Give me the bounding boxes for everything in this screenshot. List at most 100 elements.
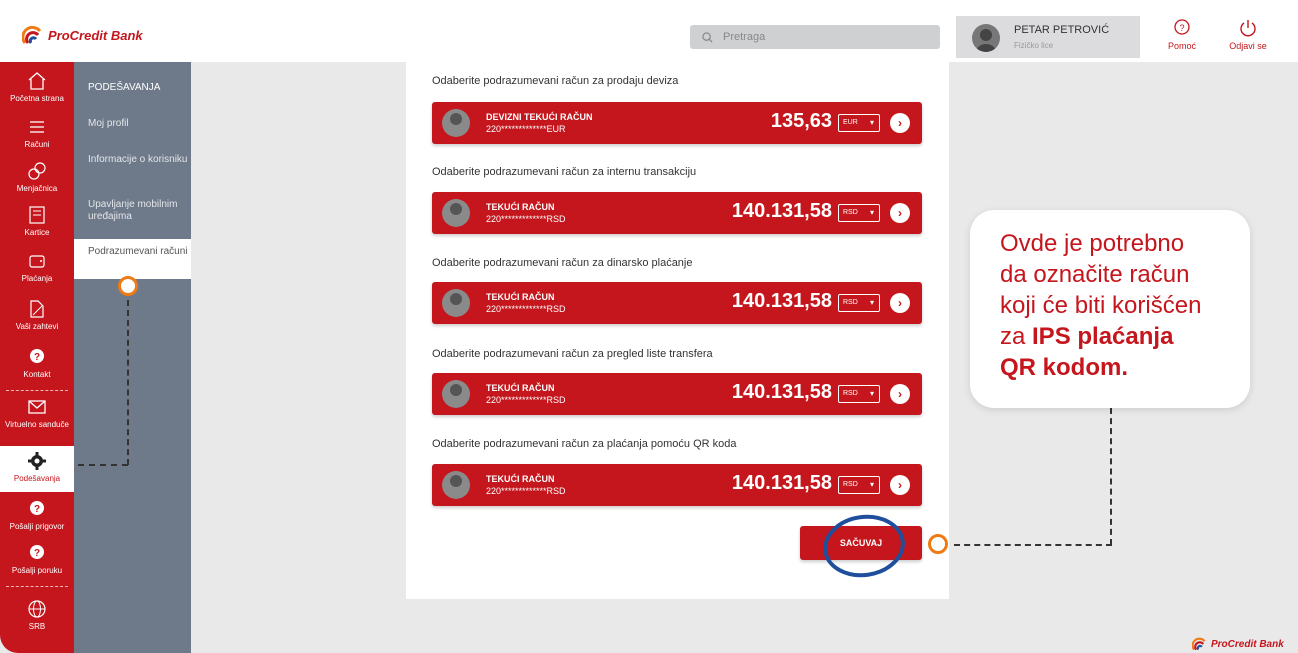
sidebar-item-label: Početna strana <box>10 94 64 103</box>
sidebar-divider <box>6 390 68 391</box>
account-selector[interactable]: TEKUĆI RAČUN 220*************RSD 140.131… <box>432 373 922 415</box>
account-avatar <box>442 109 470 137</box>
account-avatar <box>442 471 470 499</box>
section-label: Odaberite podrazumevani račun za pregled… <box>432 348 713 360</box>
currency-dropdown[interactable]: RSD <box>838 385 880 403</box>
currency-dropdown[interactable]: RSD <box>838 294 880 312</box>
callout-line: da označite račun <box>1000 261 1190 288</box>
complaint-icon: ? <box>30 501 44 515</box>
mail-icon <box>28 400 46 414</box>
sidebar-item-message[interactable]: ? Pošalji poruku <box>0 542 74 575</box>
subnav-title: PODEŠAVANJA <box>88 82 161 93</box>
guide-line <box>1110 408 1112 545</box>
subnav-item-label: Podrazumevani računi <box>88 246 188 257</box>
guide-line <box>127 300 129 465</box>
svg-text:?: ? <box>34 504 40 515</box>
search-icon <box>702 31 713 43</box>
callout-text: za <box>1000 323 1033 350</box>
callout-line: koji će biti korišćen <box>1000 292 1202 319</box>
currency-dropdown[interactable]: RSD <box>838 204 880 222</box>
subnav-item-user-info[interactable]: Informacije o korisniku <box>88 154 188 166</box>
brand-name: ProCredit Bank <box>1211 638 1284 650</box>
subnav-item-devices[interactable]: Upavljanje mobilnim uređajima <box>88 199 188 223</box>
account-selector-qr[interactable]: TEKUĆI RAČUN 220*************RSD 140.131… <box>432 464 922 506</box>
sidebar-item-requests[interactable]: Vaši zahtevi <box>0 298 74 331</box>
callout-emphasis: QR kodom. <box>1000 354 1129 381</box>
help-label: Pomoć <box>1167 41 1196 51</box>
guide-line <box>954 544 1112 546</box>
chevron-right-icon[interactable]: › <box>890 113 910 133</box>
sidebar-item-label: Vaši zahtevi <box>15 322 59 331</box>
currency-dropdown[interactable]: RSD <box>838 476 880 494</box>
section-label: Odaberite podrazumevani račun za plaćanj… <box>432 438 737 450</box>
sidebar-item-complaint[interactable]: ? Pošalji prigovor <box>0 498 74 531</box>
default-accounts-panel: Odaberite podrazumevani račun za prodaju… <box>406 62 949 599</box>
highlight-marker <box>928 534 948 554</box>
sidebar-item-label: Plaćanja <box>21 274 53 283</box>
account-number: 220*************EUR <box>486 124 566 134</box>
section-label: Odaberite podrazumevani račun za dinarsk… <box>432 257 693 269</box>
account-name: TEKUĆI RAČUN <box>486 292 555 302</box>
account-balance: 140.131,58 <box>731 290 832 312</box>
highlight-marker <box>118 276 138 296</box>
footer-logo: ProCredit Bank <box>1192 637 1284 651</box>
account-selector[interactable]: DEVIZNI TEKUĆI RAČUN 220*************EUR… <box>432 102 922 144</box>
sidebar-item-home[interactable]: Početna strana <box>0 70 74 103</box>
sidebar-item-label: Pošalji prigovor <box>9 522 65 531</box>
power-icon <box>1240 20 1256 37</box>
account-avatar <box>442 380 470 408</box>
account-name: DEVIZNI TEKUĆI RAČUN <box>486 112 593 122</box>
svg-text:?: ? <box>1179 23 1184 33</box>
subnav-item-profile[interactable]: Moj profil <box>88 118 188 130</box>
account-name: TEKUĆI RAČUN <box>486 383 555 393</box>
sidebar-item-label: Kontakt <box>23 370 51 379</box>
request-icon <box>30 300 44 318</box>
currency-dropdown[interactable]: EUR <box>838 114 880 132</box>
callout-emphasis: IPS plaćanja <box>1032 323 1174 350</box>
chat-icon: ? <box>30 349 44 363</box>
chevron-right-icon[interactable]: › <box>890 293 910 313</box>
account-selector[interactable]: TEKUĆI RAČUN 220*************RSD 140.131… <box>432 192 922 234</box>
logout-button[interactable]: Odjavi se <box>1223 18 1273 51</box>
svg-text:?: ? <box>34 352 40 363</box>
help-icon: ? <box>1174 19 1190 35</box>
sidebar-item-cards[interactable]: Kartice <box>0 204 74 237</box>
account-avatar <box>442 289 470 317</box>
search-input[interactable]: Pretraga <box>723 31 765 43</box>
gear-icon <box>28 452 46 470</box>
account-number: 220*************RSD <box>486 486 566 496</box>
svg-text:?: ? <box>34 548 40 559</box>
sidebar-item-exchange[interactable]: Menjačnica <box>0 160 74 193</box>
instruction-callout: Ovde je potrebno da označite račun koji … <box>970 210 1250 408</box>
chevron-right-icon[interactable]: › <box>890 384 910 404</box>
brand-logo-icon <box>22 25 42 44</box>
top-header: ProCredit Bank Pretraga PETAR PETROVIĆ F… <box>0 0 1298 62</box>
sidebar-item-language[interactable]: SRB <box>0 598 74 631</box>
brand-logo-icon <box>1192 637 1206 651</box>
home-icon <box>28 72 46 90</box>
search-bar[interactable]: Pretraga <box>690 25 940 49</box>
account-number: 220*************RSD <box>486 395 566 405</box>
guide-line <box>78 464 128 466</box>
help-button[interactable]: ? Pomoć <box>1157 18 1207 51</box>
callout-line: Ovde je potrebno <box>1000 230 1185 257</box>
sidebar-divider <box>6 586 68 587</box>
sidebar-item-contact[interactable]: ? Kontakt <box>0 346 74 379</box>
sidebar-item-mailbox[interactable]: Virtuelno sanduče <box>0 396 74 429</box>
sidebar-item-settings[interactable]: Podešavanja <box>0 446 74 492</box>
sidebar-item-label: Računi <box>24 140 50 149</box>
subnav-item-default-accounts[interactable]: Podrazumevani računi <box>74 239 191 279</box>
account-balance: 140.131,58 <box>731 200 832 222</box>
account-avatar <box>442 199 470 227</box>
brand-name: ProCredit Bank <box>48 27 143 43</box>
callout-line: za IPS plaćanja <box>1000 321 1250 352</box>
account-number: 220*************RSD <box>486 304 566 314</box>
sidebar-item-payments[interactable]: Plaćanja <box>0 250 74 283</box>
chevron-right-icon[interactable]: › <box>890 475 910 495</box>
sidebar-item-accounts[interactable]: Računi <box>0 116 74 149</box>
brand-logo[interactable]: ProCredit Bank <box>22 25 143 45</box>
account-selector[interactable]: TEKUĆI RAČUN 220*************RSD 140.131… <box>432 282 922 324</box>
user-profile-card[interactable]: PETAR PETROVIĆ Fizičko lice <box>956 16 1140 58</box>
account-number: 220*************RSD <box>486 214 566 224</box>
chevron-right-icon[interactable]: › <box>890 203 910 223</box>
